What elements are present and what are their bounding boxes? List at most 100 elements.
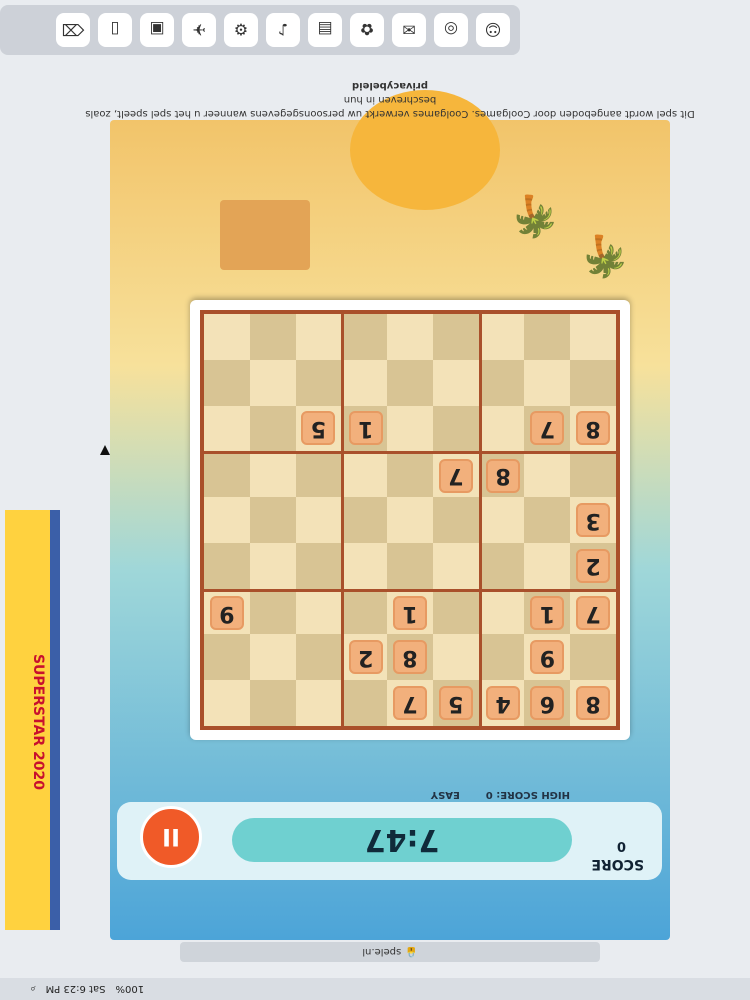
sudoku-cell[interactable] (249, 314, 296, 360)
sudoku-cell[interactable] (432, 314, 479, 360)
sudoku-cell[interactable] (524, 497, 571, 543)
sudoku-cell[interactable]: 4 (478, 680, 525, 726)
sudoku-cell[interactable] (432, 405, 479, 452)
sudoku-cell[interactable]: 8 (387, 634, 433, 681)
sudoku-cell[interactable] (432, 634, 479, 681)
sudoku-cell[interactable] (478, 405, 525, 452)
sudoku-cell[interactable] (204, 497, 250, 543)
sudoku-cell[interactable] (249, 359, 296, 406)
sudoku-cell[interactable] (295, 314, 342, 360)
sudoku-cell[interactable] (249, 405, 296, 452)
sudoku-cell[interactable] (570, 314, 616, 360)
sudoku-cell[interactable] (387, 359, 433, 406)
lock-icon: 🔒 (405, 946, 418, 958)
sudoku-cell[interactable] (570, 359, 616, 406)
sudoku-cell[interactable] (478, 542, 525, 589)
sudoku-cell[interactable]: 2 (341, 634, 388, 681)
sudoku-cell[interactable] (478, 634, 525, 681)
finder-icon[interactable]: ☺ (476, 13, 510, 47)
sudoku-cell[interactable] (204, 634, 250, 681)
sudoku-cell[interactable] (524, 359, 571, 406)
sudoku-cell[interactable] (295, 542, 342, 589)
sudoku-cell[interactable] (295, 680, 342, 726)
sudoku-cell[interactable] (387, 542, 433, 589)
sudoku-cell[interactable]: 7 (387, 680, 433, 726)
sudoku-cell[interactable] (570, 451, 616, 498)
sudoku-cell[interactable] (432, 359, 479, 406)
sudoku-cell[interactable]: 2 (570, 542, 616, 589)
sudoku-cell[interactable] (204, 314, 250, 360)
sudoku-cell[interactable] (295, 497, 342, 543)
sudoku-cell[interactable] (295, 451, 342, 498)
sudoku-cell[interactable] (524, 542, 571, 589)
sudoku-cell[interactable] (570, 634, 616, 681)
sudoku-cell[interactable] (478, 359, 525, 406)
sudoku-cell[interactable] (249, 542, 296, 589)
sudoku-cell[interactable] (204, 405, 250, 452)
sudoku-cell[interactable] (387, 314, 433, 360)
sudoku-cell[interactable] (341, 497, 388, 543)
sudoku-cell[interactable] (341, 359, 388, 406)
sudoku-cell[interactable]: 7 (570, 588, 616, 635)
sudoku-cell[interactable]: 1 (524, 588, 571, 635)
sudoku-cell[interactable]: 3 (570, 497, 616, 543)
sudoku-cell[interactable] (249, 451, 296, 498)
sudoku-cell[interactable]: 7 (432, 451, 479, 498)
sudoku-cell[interactable] (249, 588, 296, 635)
ad-banner[interactable]: SUPERSTAR 2020 (5, 510, 50, 930)
sudoku-cell[interactable]: 8 (570, 680, 616, 726)
sudoku-cell[interactable]: 5 (432, 680, 479, 726)
sudoku-cell[interactable] (341, 314, 388, 360)
sudoku-cell[interactable]: 7 (524, 405, 571, 452)
sudoku-cell[interactable] (249, 497, 296, 543)
sudoku-cell[interactable] (478, 497, 525, 543)
sudoku-cell[interactable]: 9 (524, 634, 571, 681)
sudoku-cell[interactable] (341, 542, 388, 589)
search-icon[interactable]: ⌕ (30, 984, 36, 995)
sudoku-cell[interactable] (387, 405, 433, 452)
rocket-icon[interactable]: ✈ (182, 13, 216, 47)
sudoku-cell[interactable] (341, 680, 388, 726)
sudoku-cell[interactable] (387, 451, 433, 498)
dock: ☺ ◎ ✉ ✿ ▤ ♪ ⚙ ✈ ▣ ▯ ⌫ (0, 5, 520, 55)
sudoku-cell[interactable] (295, 588, 342, 635)
sudoku-cell[interactable] (249, 634, 296, 681)
sudoku-cell[interactable]: 1 (387, 588, 433, 635)
trash-icon[interactable]: ⌫ (56, 13, 90, 47)
sudoku-cell[interactable] (478, 588, 525, 635)
safari-icon[interactable]: ◎ (434, 13, 468, 47)
sudoku-cell[interactable] (204, 680, 250, 726)
sudoku-cell[interactable] (524, 314, 571, 360)
sudoku-cell[interactable] (204, 451, 250, 498)
privacy-link[interactable]: privacybeleid (70, 78, 710, 92)
preview-icon[interactable]: ▣ (140, 13, 174, 47)
sudoku-cell[interactable] (204, 542, 250, 589)
sudoku-cell[interactable] (432, 588, 479, 635)
terminal-icon[interactable]: ▤ (308, 13, 342, 47)
sudoku-cell[interactable]: 8 (570, 405, 616, 452)
sudoku-cell[interactable] (295, 359, 342, 406)
sudoku-cell[interactable] (341, 588, 388, 635)
sudoku-cell[interactable] (295, 634, 342, 681)
sudoku-cell[interactable]: 6 (524, 680, 571, 726)
sudoku-cell[interactable] (387, 497, 433, 543)
pause-button[interactable]: II (140, 806, 202, 868)
sudoku-cell[interactable]: 8 (478, 451, 525, 498)
sudoku-cell[interactable] (249, 680, 296, 726)
sudoku-cell[interactable] (432, 542, 479, 589)
photos-icon[interactable]: ✿ (350, 13, 384, 47)
sudoku-cell[interactable] (478, 314, 525, 360)
music-icon[interactable]: ♪ (266, 13, 300, 47)
sudoku-cell[interactable] (432, 497, 479, 543)
document-icon[interactable]: ▯ (98, 13, 132, 47)
sudoku-board: 86457982711923878715 (190, 300, 630, 740)
sudoku-cell[interactable]: 1 (341, 405, 388, 452)
sudoku-cell[interactable] (341, 451, 388, 498)
address-bar[interactable]: 🔒 spele.nl (180, 942, 600, 962)
sudoku-cell[interactable]: 9 (204, 588, 250, 635)
settings-icon[interactable]: ⚙ (224, 13, 258, 47)
sudoku-cell[interactable] (524, 451, 571, 498)
sudoku-cell[interactable]: 5 (295, 405, 342, 452)
sudoku-cell[interactable] (204, 359, 250, 406)
mail-icon[interactable]: ✉ (392, 13, 426, 47)
